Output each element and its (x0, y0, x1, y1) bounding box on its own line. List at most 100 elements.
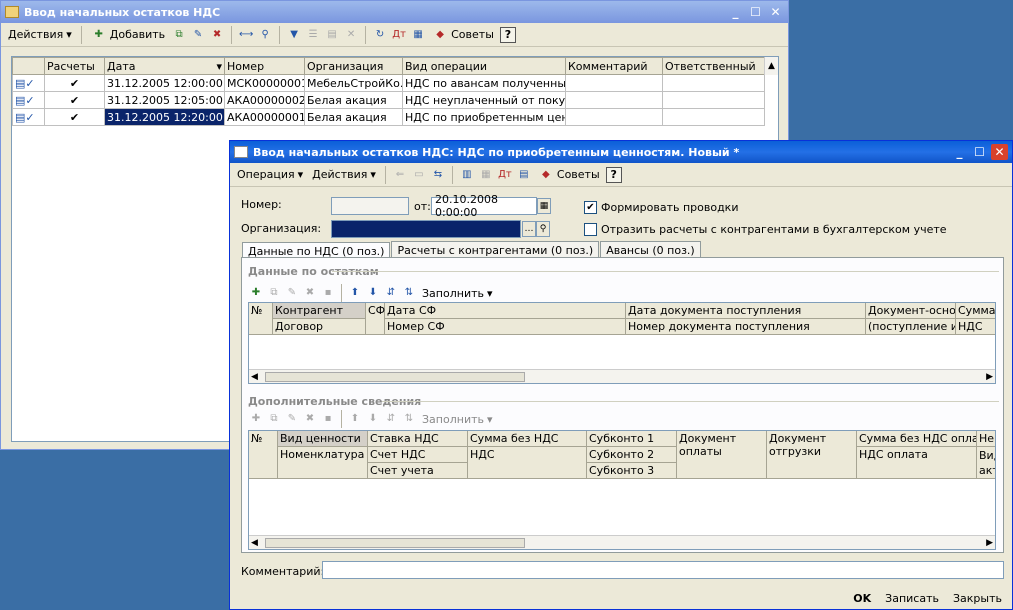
col-header[interactable]: Сумма (956, 303, 995, 319)
delete-row-icon[interactable]: ✖ (302, 411, 318, 427)
balances-grid[interactable]: № Контрагент СФ Дата СФ Дата документа п… (248, 302, 996, 384)
table-row[interactable]: ▤✓ ✔ 31.12.2005 12:05:00 АКА00000002 Бел… (12, 91, 765, 109)
col-header[interactable]: Дата документа поступления (626, 303, 866, 319)
filter-value-icon[interactable]: ▤ (324, 27, 340, 43)
move-up-icon[interactable]: ⬆ (347, 411, 363, 427)
col-header-shipment-doc[interactable]: Документ отгрузки (767, 431, 857, 479)
help-icon[interactable]: ? (605, 166, 622, 183)
add-row-icon[interactable]: ✚ (248, 411, 264, 427)
col-header[interactable]: Сумма без НДС опла... (857, 431, 977, 447)
col-header[interactable]: Не (977, 431, 995, 447)
col-header[interactable]: Счет НДС (368, 447, 468, 463)
move-down-icon[interactable]: ⬇ (365, 411, 381, 427)
maximize-button[interactable]: ☐ (971, 144, 988, 160)
date-input[interactable]: 20.10.2008 0:00:00 (431, 193, 537, 219)
sort-desc-icon[interactable]: ⇅ (401, 411, 417, 427)
col-header-type[interactable]: Видакт (977, 447, 995, 479)
col-header[interactable]: Вид ценности (278, 431, 368, 447)
actions-menu[interactable]: Действия ▾ (309, 167, 379, 182)
edit-row-icon[interactable]: ✎ (284, 411, 300, 427)
tips-button[interactable]: ◆ Советы (535, 166, 603, 184)
col-header[interactable]: № (249, 431, 278, 479)
movements-icon[interactable]: ▦ (478, 167, 494, 183)
horizontal-scrollbar[interactable]: ◀ ▶ (249, 369, 995, 383)
fill-menu[interactable]: Заполнить ▾ (419, 412, 496, 427)
actions-menu[interactable]: Действия ▾ (5, 27, 75, 42)
operation-menu[interactable]: Операция ▾ (234, 167, 306, 182)
table-row[interactable]: ▤✓ ✔ 31.12.2005 12:00:00 МСК00000001 Меб… (12, 74, 765, 92)
copy-row-icon[interactable]: ⧉ (266, 411, 282, 427)
reflect-checkbox[interactable]: Отразить расчеты с контрагентами в бухга… (584, 223, 947, 236)
select-ellipsis-button[interactable]: … (522, 221, 536, 237)
post-icon[interactable]: ⇆ (430, 167, 446, 183)
col-header[interactable]: Номер документа поступления (626, 319, 866, 335)
sort-desc-icon[interactable]: ⇅ (401, 285, 417, 301)
close-button[interactable]: Закрыть (947, 590, 1008, 607)
col-header[interactable]: Расчеты (44, 57, 105, 75)
move-up-icon[interactable]: ⬆ (347, 285, 363, 301)
col-header[interactable]: НДС оплата (857, 447, 977, 479)
fill-menu[interactable]: Заполнить ▾ (419, 286, 496, 301)
end-edit-icon[interactable]: ▪ (320, 411, 336, 427)
col-header[interactable]: НДС (468, 447, 587, 479)
based-on-icon[interactable]: ⇐ (392, 167, 408, 183)
col-header-payment-doc[interactable]: Документ оплаты (677, 431, 767, 479)
debit-credit-icon[interactable]: Дт (497, 167, 513, 183)
help-icon[interactable]: ? (499, 26, 516, 43)
additional-grid[interactable]: № Вид ценности Ставка НДС Сумма без НДС … (248, 430, 996, 550)
sort-asc-icon[interactable]: ⇵ (383, 285, 399, 301)
col-header[interactable]: Субконто 3 (587, 463, 677, 479)
col-header[interactable]: Организация (304, 57, 403, 75)
table-row[interactable]: ▤✓ ✔ 31.12.2005 12:20:00 АКА00000001 Бел… (12, 108, 765, 126)
edit-icon[interactable]: ✎ (190, 27, 206, 43)
number-input[interactable] (331, 197, 409, 215)
calendar-icon[interactable]: ▦ (537, 198, 551, 214)
col-header[interactable]: Номер (224, 57, 305, 75)
horizontal-scrollbar[interactable]: ◀ ▶ (249, 535, 995, 549)
maximize-button[interactable]: ☐ (747, 4, 764, 20)
col-header[interactable]: Договор (273, 319, 366, 335)
debit-credit-icon[interactable]: Дт (391, 27, 407, 43)
close-button[interactable]: ✕ (991, 144, 1008, 160)
print-icon[interactable]: ▭ (411, 167, 427, 183)
filter-clear-icon[interactable]: ✕ (343, 27, 359, 43)
col-header[interactable]: Субконто 1 (587, 431, 677, 447)
copy-row-icon[interactable]: ⧉ (266, 285, 282, 301)
ok-button[interactable]: OK (847, 590, 877, 607)
report-icon[interactable]: ▤ (516, 167, 532, 183)
interval-icon[interactable]: ⟷ (238, 27, 254, 43)
move-down-icon[interactable]: ⬇ (365, 285, 381, 301)
structure-icon[interactable]: ▥ (459, 167, 475, 183)
journal-titlebar[interactable]: Ввод начальных остатков НДС _ ☐ ✕ (1, 1, 788, 23)
end-edit-icon[interactable]: ▪ (320, 285, 336, 301)
minimize-button[interactable]: _ (951, 144, 968, 160)
add-button[interactable]: ✚ Добавить (88, 26, 168, 44)
sort-asc-icon[interactable]: ⇵ (383, 411, 399, 427)
find-icon[interactable]: ⚲ (257, 27, 273, 43)
comment-input[interactable] (322, 561, 1004, 579)
search-icon[interactable]: ⚲ (536, 221, 550, 237)
org-input[interactable] (331, 220, 521, 238)
col-header[interactable]: Сумма без НДС (468, 431, 587, 447)
minimize-button[interactable]: _ (727, 4, 744, 20)
col-header[interactable]: № (249, 303, 273, 335)
report-icon[interactable]: ▦ (410, 27, 426, 43)
col-header[interactable]: Номенклатура (278, 447, 368, 479)
col-header[interactable]: Комментарий (565, 57, 663, 75)
close-button[interactable]: ✕ (767, 4, 784, 20)
delete-row-icon[interactable]: ✖ (302, 285, 318, 301)
col-header[interactable]: Документ-осно... (866, 303, 956, 319)
delete-mark-icon[interactable]: ✖ (209, 27, 225, 43)
copy-icon[interactable]: ⧉ (171, 27, 187, 43)
vertical-scrollbar[interactable]: ▲ (764, 57, 778, 75)
col-header-date[interactable]: Дата ▾ (104, 57, 225, 75)
filter-icon[interactable]: ▼ (286, 27, 302, 43)
filter-list-icon[interactable]: ☰ (305, 27, 321, 43)
add-row-icon[interactable]: ✚ (248, 285, 264, 301)
col-header[interactable]: Ответственный (662, 57, 765, 75)
col-header[interactable]: Вид операции (402, 57, 566, 75)
col-header[interactable]: Контрагент (273, 303, 366, 319)
col-header[interactable]: (поступление и (866, 319, 956, 335)
col-header[interactable]: Ставка НДС (368, 431, 468, 447)
refresh-icon[interactable]: ↻ (372, 27, 388, 43)
